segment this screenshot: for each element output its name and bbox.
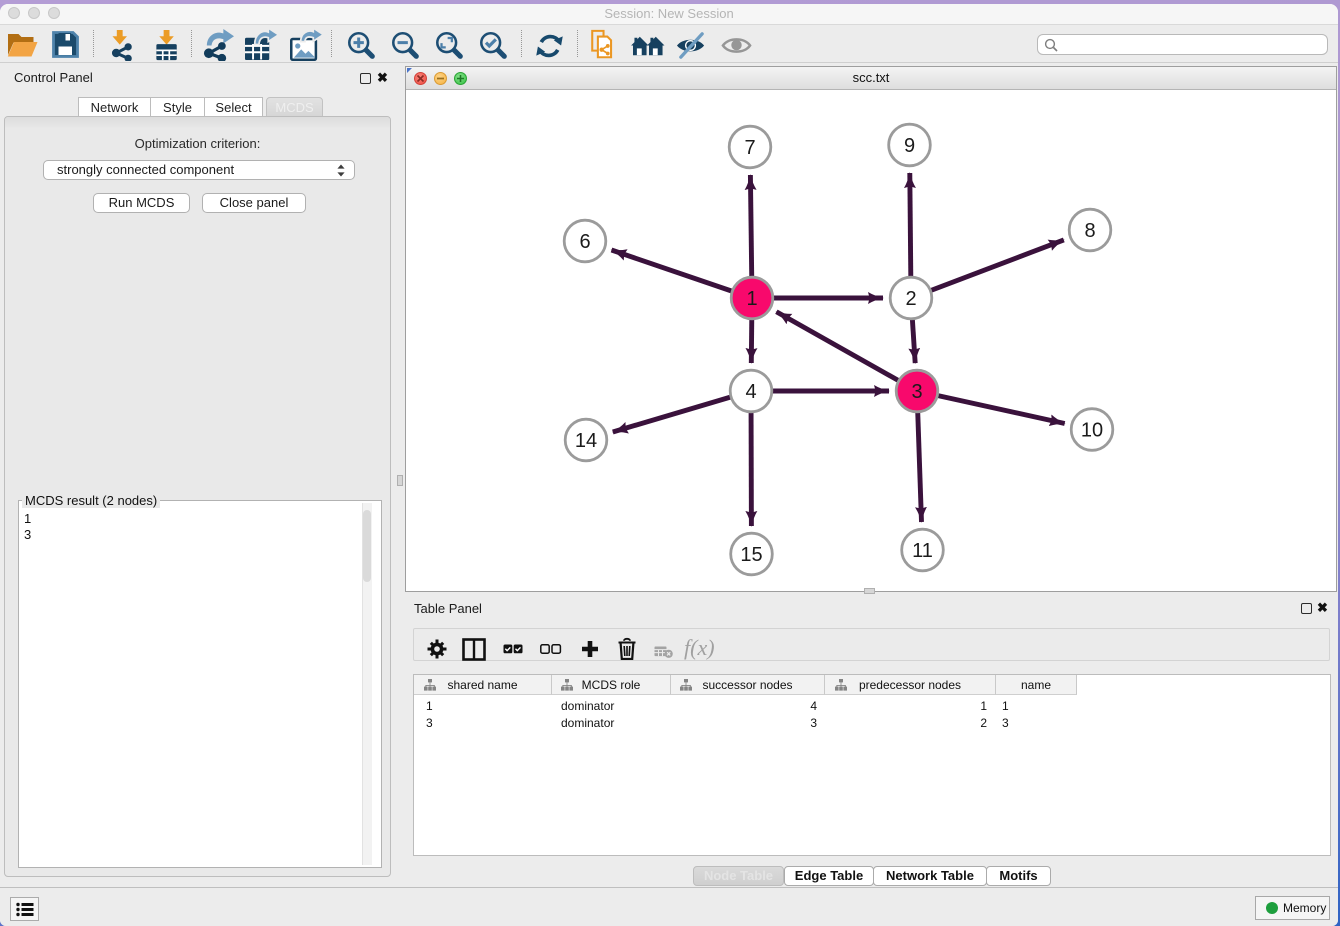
svg-text:3: 3 xyxy=(911,381,922,403)
svg-text:15: 15 xyxy=(740,544,762,566)
svg-text:14: 14 xyxy=(575,430,597,452)
svg-text:6: 6 xyxy=(579,231,590,253)
svg-text:10: 10 xyxy=(1081,420,1103,442)
svg-text:8: 8 xyxy=(1084,220,1095,242)
svg-text:2: 2 xyxy=(905,288,916,310)
svg-text:9: 9 xyxy=(904,135,915,157)
svg-text:11: 11 xyxy=(912,540,933,562)
svg-text:7: 7 xyxy=(744,137,755,159)
svg-text:4: 4 xyxy=(745,381,756,403)
svg-text:1: 1 xyxy=(746,288,757,310)
